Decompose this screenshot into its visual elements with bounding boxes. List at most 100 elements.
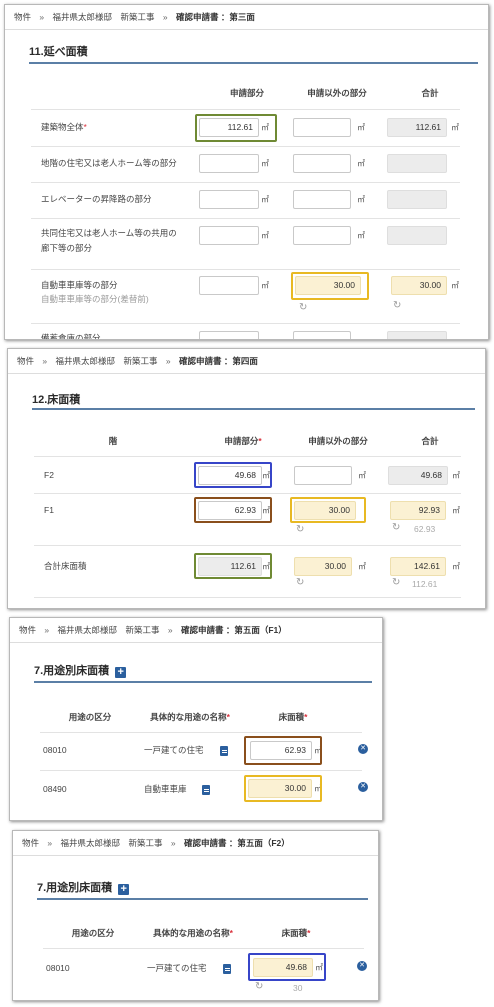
breadcrumb-link-property[interactable]: 物件 (14, 12, 31, 22)
document-icon[interactable] (220, 746, 228, 756)
breadcrumb-separator: » (44, 625, 50, 635)
row-label-whole-building: 建築物全体* (41, 122, 87, 132)
previous-total-value: 62.93 (414, 524, 436, 534)
previous-total-value: 112.61 (412, 579, 438, 589)
applied-area-input[interactable] (199, 276, 259, 295)
unit-label: ㎡ (261, 159, 269, 168)
floor-label-f2: F2 (44, 470, 54, 480)
row-sublabel-garage-previous: 自動車車庫等の部分(差替前) (41, 294, 149, 304)
row-label-garage: 自動車車庫等の部分 (41, 280, 118, 290)
applied-area-input[interactable] (199, 226, 259, 245)
column-header-other: 申請以外の部分 (307, 88, 367, 98)
breadcrumb-link-project[interactable]: 福井県太郎様邸 新築工事 (61, 838, 163, 848)
breadcrumb-link-project[interactable]: 福井県太郎様邸 新築工事 (58, 625, 160, 635)
remove-row-icon[interactable]: ✕ (357, 961, 367, 971)
sync-icon[interactable]: ↻ (255, 982, 263, 992)
column-header-total: 合計 (421, 88, 439, 98)
section-divider (34, 681, 372, 683)
divider (34, 597, 461, 598)
remove-row-icon[interactable]: ✕ (358, 744, 368, 754)
use-category-code: 08010 (43, 745, 67, 755)
breadcrumb-link-property[interactable]: 物件 (17, 356, 34, 366)
unit-label: ㎡ (452, 562, 460, 571)
other-area-input[interactable] (293, 154, 351, 173)
other-area-total-field: 30.00 (294, 557, 352, 576)
grand-total-field: 142.61 (390, 557, 446, 576)
divider (34, 493, 461, 494)
applied-area-input[interactable]: 49.68 (198, 466, 262, 485)
section-title: 11.延べ面積 (29, 46, 88, 58)
breadcrumb-separator: » (170, 838, 176, 848)
previous-area-value: 30 (293, 983, 303, 993)
breadcrumb: 物件 » 福井県太郎様邸 新築工事 » 確認申請書 ：第五面（F2） (22, 837, 296, 853)
use-category-code: 08010 (46, 963, 70, 973)
total-area-field (387, 190, 447, 209)
floor-label-f1: F1 (44, 505, 54, 515)
floor-area-input[interactable]: 62.93 (250, 741, 312, 760)
use-name: 一戸建ての住宅 (147, 963, 207, 973)
other-area-input[interactable] (294, 466, 352, 485)
divider (40, 770, 362, 771)
applied-area-input[interactable] (199, 154, 259, 173)
column-header-area: 床面積* (278, 712, 308, 722)
column-header-category: 用途の区分 (68, 712, 112, 722)
unit-label: ㎡ (262, 506, 270, 515)
other-area-input[interactable]: 30.00 (294, 501, 356, 520)
total-area-field: 49.68 (388, 466, 448, 485)
other-area-input[interactable] (293, 226, 351, 245)
floor-area-input[interactable]: 30.00 (248, 779, 312, 798)
unit-label: ㎡ (452, 471, 460, 480)
breadcrumb: 物件 » 福井県太郎様邸 新築工事 » 確認申請書 ：第三面 (14, 11, 261, 27)
document-icon[interactable] (223, 964, 231, 974)
breadcrumb-current: 確認申請書 ：第四面 (179, 356, 258, 366)
breadcrumb-separator: » (165, 356, 171, 366)
breadcrumb-link-property[interactable]: 物件 (19, 625, 36, 635)
column-header-applied: 申請部分 (229, 88, 264, 98)
document-icon[interactable] (202, 785, 210, 795)
sync-icon[interactable]: ↻ (392, 578, 400, 588)
unit-label: ㎡ (315, 963, 323, 972)
breadcrumb-link-property[interactable]: 物件 (22, 838, 39, 848)
add-icon[interactable]: + (118, 884, 130, 895)
column-header-other: 申請以外の部分 (308, 436, 368, 446)
breadcrumb-separator: » (167, 625, 173, 635)
sync-icon[interactable]: ↻ (393, 301, 401, 311)
sync-icon[interactable]: ↻ (296, 578, 304, 588)
unit-label: ㎡ (358, 471, 366, 480)
applied-area-input[interactable] (199, 331, 259, 339)
add-icon[interactable]: + (115, 667, 127, 678)
row-label-shared-corridor: 共同住宅又は老人ホーム等の共用の 廊下等の部分 (41, 228, 177, 253)
other-area-input[interactable] (293, 118, 351, 137)
applied-area-input[interactable]: 112.61 (199, 118, 259, 137)
section-title: 7.用途別床面積 + (34, 662, 127, 678)
unit-label: ㎡ (262, 562, 270, 571)
breadcrumb-link-project[interactable]: 福井県太郎様邸 新築工事 (56, 356, 158, 366)
floor-area-input[interactable]: 49.68 (253, 958, 313, 977)
column-header-area: 床面積* (281, 928, 311, 938)
breadcrumb-link-project[interactable]: 福井県太郎様邸 新築工事 (53, 12, 155, 22)
other-area-input[interactable] (293, 190, 351, 209)
sync-icon[interactable]: ↻ (392, 523, 400, 533)
unit-label: ㎡ (451, 123, 459, 132)
panel-fourth-page: 物件 » 福井県太郎様邸 新築工事 » 確認申請書 ：第四面 12.床面積 階 … (7, 348, 486, 609)
section-divider (32, 408, 475, 410)
divider (31, 218, 460, 219)
column-header-applied: 申請部分* (224, 436, 262, 446)
sync-icon[interactable]: ↻ (299, 303, 307, 313)
applied-area-input[interactable]: 62.93 (198, 501, 262, 520)
other-area-input[interactable] (293, 331, 351, 339)
unit-label: ㎡ (314, 784, 322, 793)
sync-icon[interactable]: ↻ (296, 525, 304, 535)
unit-label: ㎡ (452, 506, 460, 515)
unit-label: ㎡ (357, 195, 365, 204)
remove-row-icon[interactable]: ✕ (358, 782, 368, 792)
unit-label: ㎡ (357, 231, 365, 240)
breadcrumb-current: 確認申請書 ：第五面（F2） (184, 838, 290, 848)
total-area-field (387, 226, 447, 245)
applied-area-input[interactable] (199, 190, 259, 209)
column-header-floor: 階 (108, 436, 118, 446)
total-area-field: 92.93 (390, 501, 446, 520)
divider (40, 732, 362, 733)
other-area-input[interactable]: 30.00 (295, 276, 361, 295)
breadcrumb: 物件 » 福井県太郎様邸 新築工事 » 確認申請書 ：第四面 (17, 355, 264, 371)
